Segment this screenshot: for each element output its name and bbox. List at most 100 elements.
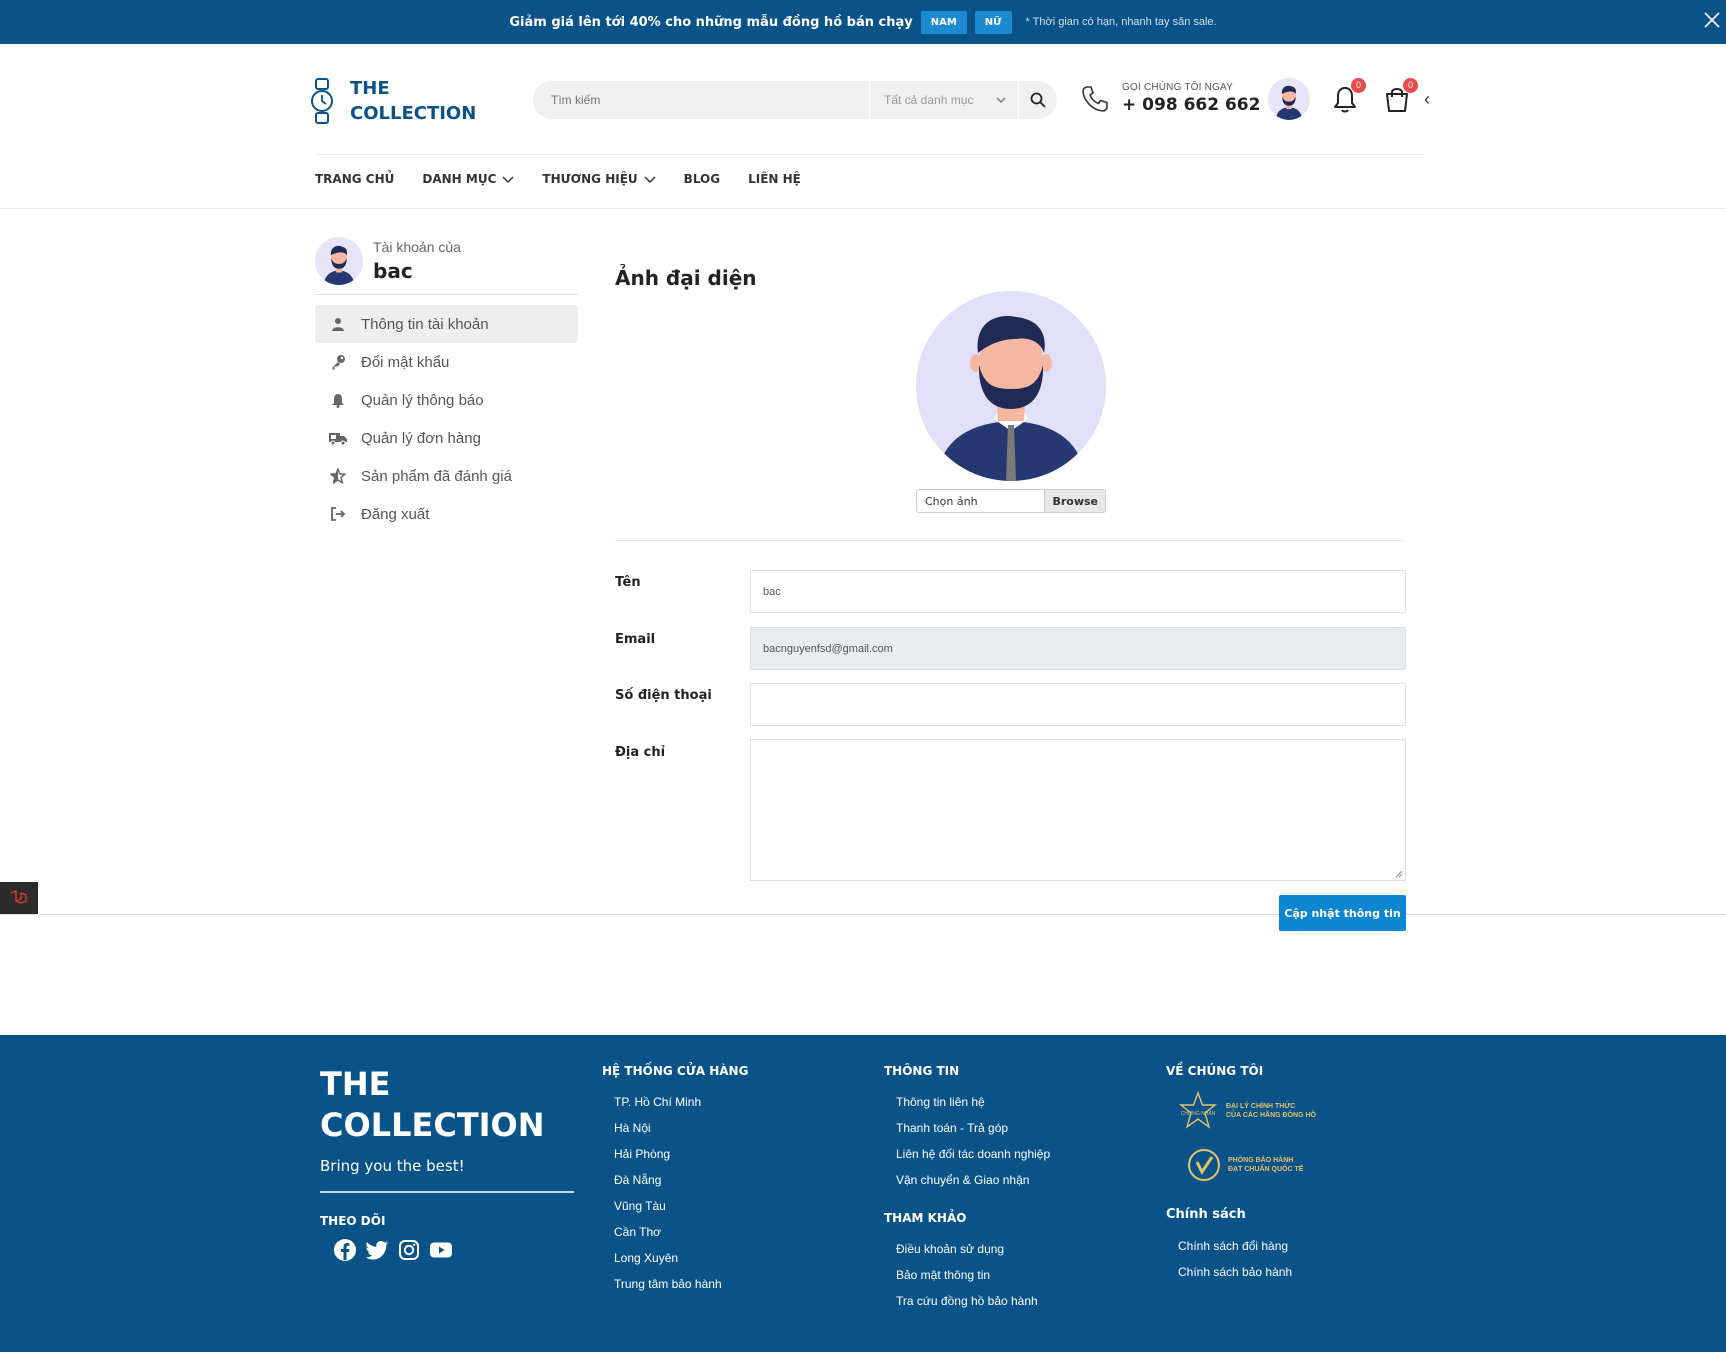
user-avatar[interactable] [1268,78,1310,120]
footer-tagline: Bring you the best! [320,1157,465,1175]
store-link[interactable]: TP. Hồ Chí Minh [602,1089,748,1115]
star-badge-icon: CHỨNG NHẬN [1179,1091,1217,1129]
close-icon[interactable] [1702,10,1722,30]
resize-grip-icon[interactable] [1395,870,1403,878]
twitter-icon[interactable] [365,1238,389,1262]
store-link[interactable]: Trung tâm bảo hành [602,1271,748,1297]
store-link[interactable]: Cần Thơ [602,1219,748,1245]
avatar [315,237,363,285]
notification-badge: 0 [1351,78,1366,93]
sidebar-item-change-password[interactable]: Đổi mật khẩu [315,343,578,381]
account-username: bac [373,259,413,283]
youtube-icon[interactable] [429,1238,453,1262]
phone-field[interactable] [750,683,1406,726]
reference-link[interactable]: Tra cứu đồng hồ bảo hành [884,1288,1050,1314]
policy-link[interactable]: Chính sách đổi hàng [1166,1233,1326,1259]
chevron-left-icon[interactable]: ‹ [1424,89,1430,110]
nav-contact[interactable]: LIÊN HỆ [748,172,801,186]
sidebar-item-account-info[interactable]: Thông tin tài khoản [315,305,578,343]
shield-badge-icon [1188,1149,1220,1181]
chevron-down-icon [996,97,1006,103]
key-icon [329,354,347,370]
star-icon [329,468,347,484]
nav-blog[interactable]: BLOG [684,172,720,186]
phone-number: + 098 662 662 [1122,95,1261,115]
store-link[interactable]: Hải Phòng [602,1141,748,1167]
truck-icon [329,430,347,446]
search-button[interactable] [1018,81,1056,119]
svg-text:CHỨNG NHẬN: CHỨNG NHẬN [1181,1110,1216,1117]
main-nav: TRANG CHỦ DANH MỤC THƯƠNG HIỆU BLOG LIÊN… [315,172,801,186]
reference-link[interactable]: Bảo mật thông tin [884,1262,1050,1288]
file-input-value: Chọn ảnh [925,495,978,508]
search-input[interactable] [533,81,869,119]
email-label: Email [615,632,656,647]
nav-categories[interactable]: DANH MỤC [422,172,514,186]
store-link[interactable]: Vũng Tàu [602,1193,748,1219]
logout-icon [329,506,347,522]
policy-heading: Chính sách [1166,1207,1246,1222]
info-link[interactable]: Liên hệ đối tác doanh nghiệp [884,1141,1050,1167]
sidebar-item-reviewed-products[interactable]: Sản phẩm đã đánh giá [315,457,578,495]
info-link[interactable]: Vận chuyển & Giao nhận [884,1167,1050,1193]
footer-stores: HỆ THỐNG CỬA HÀNG TP. Hồ Chí Minh Hà Nội… [602,1064,748,1297]
avatar-file-input[interactable]: Chọn ảnh Browse [916,489,1106,513]
phone-contact[interactable]: GỌI CHÚNG TÔI NGAY + 098 662 662 [1080,82,1260,115]
facebook-icon[interactable] [333,1238,357,1262]
user-icon [329,316,347,332]
follow-heading: THEO DÕI [320,1214,386,1228]
sidebar-item-notifications[interactable]: Quản lý thông báo [315,381,578,419]
profile-avatar [916,291,1106,481]
info-link[interactable]: Thanh toán - Trả góp [884,1115,1050,1141]
account-sidebar: Thông tin tài khoản Đổi mật khẩu Quản lý… [315,305,578,533]
bell-icon [329,392,347,408]
name-label: Tên [615,575,641,590]
laravel-icon [10,889,27,904]
notification-button[interactable]: 0 [1330,78,1366,114]
promo-men-button[interactable]: NAM [920,10,967,34]
logo-text: THE COLLECTION [350,78,477,124]
phone-number-label: Số điện thoại [615,688,712,703]
policy-link[interactable]: Chính sách bảo hành [1166,1259,1326,1285]
browse-button[interactable]: Browse [1044,490,1105,512]
search-bar: Tất cả danh mục [533,81,1057,119]
search-icon [1030,92,1046,108]
promo-text: Giảm giá lên tới 40% cho những mẫu đồng … [509,14,913,30]
debug-toolbar-button[interactable] [0,882,38,914]
nav-brands[interactable]: THƯƠNG HIỆU [542,172,656,186]
reference-heading: THAM KHẢO [884,1211,967,1225]
warranty-center-badge: PHÒNG BẢO HÀNH ĐẠT CHUẨN QUỐC TẾ [1176,1143,1326,1187]
store-link[interactable]: Đà Nẵng [602,1167,748,1193]
update-info-button[interactable]: Cập nhật thông tin [1279,895,1406,931]
avatar-icon [916,291,1106,481]
phone-icon [1082,85,1108,112]
footer-info: THÔNG TIN Thông tin liên hệ Thanh toán -… [884,1064,1050,1314]
account-of-label: Tài khoản của [373,239,461,255]
sidebar-item-orders[interactable]: Quản lý đơn hàng [315,419,578,457]
site-logo[interactable]: THE COLLECTION [310,76,476,126]
avatar-icon [1268,78,1310,120]
footer: THE COLLECTION Bring you the best! THEO … [0,1035,1726,1352]
promo-note: * Thời gian có hạn, nhanh tay săn sale. [1025,16,1217,28]
nav-home[interactable]: TRANG CHỦ [315,172,394,186]
address-field[interactable] [750,739,1406,881]
sidebar-item-logout[interactable]: Đăng xuất [315,495,578,533]
reference-link[interactable]: Điều khoản sử dụng [884,1236,1050,1262]
account-header: Tài khoản của bac [315,237,461,285]
official-dealer-badge: CHỨNG NHẬN ĐẠI LÝ CHÍNH THỨC CỦA CÁC HÃNG… [1176,1089,1326,1133]
instagram-icon[interactable] [397,1238,421,1262]
email-field: bacnguyenfsd@gmail.com [750,627,1406,670]
avatar-icon [315,237,363,285]
info-heading: THÔNG TIN [884,1064,960,1078]
category-select[interactable]: Tất cả danh mục [870,81,1018,119]
name-field[interactable]: bac [750,570,1406,613]
about-heading: VỀ CHÚNG TÔI [1166,1064,1264,1078]
store-link[interactable]: Hà Nội [602,1115,748,1141]
info-link[interactable]: Thông tin liên hệ [884,1089,1050,1115]
address-label: Địa chỉ [615,745,666,760]
cart-button[interactable]: 0 [1382,78,1418,114]
social-links [333,1238,453,1262]
store-link[interactable]: Long Xuyên [602,1245,748,1271]
page-title: Ảnh đại diện [615,266,757,290]
promo-women-button[interactable]: NỮ [974,10,1012,34]
